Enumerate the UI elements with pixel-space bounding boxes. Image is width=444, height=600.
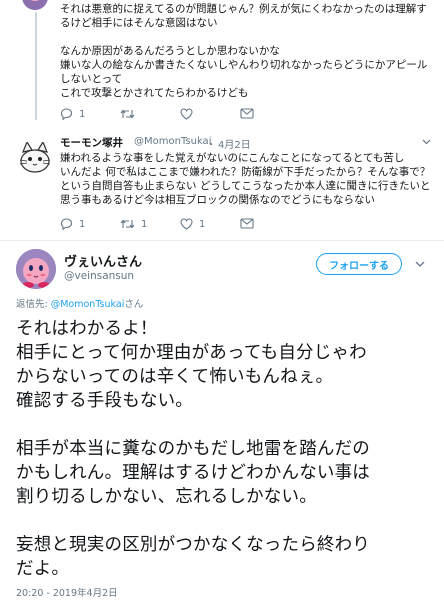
- chevron-down-icon[interactable]: [422, 139, 431, 145]
- reply-icon: [60, 108, 73, 120]
- reply-count: 1: [79, 218, 86, 230]
- momon-handle[interactable]: @MomonTsukai: [134, 136, 211, 147]
- reply-to-handle[interactable]: @MomonTsukai: [51, 299, 125, 310]
- prev-reply-line: なんか原因があるんだろうとしか思わないかな: [60, 45, 280, 57]
- tweet-line: それはわかるよ！: [16, 319, 158, 339]
- retweet-icon: [120, 219, 135, 229]
- prev-reply-line: それは悪意的に捉えてるのが問題じゃん？例えが気にくわなかったのは理解す: [60, 3, 427, 15]
- tweet-line: 妄想と現実の区別がつかなくなったら終わり: [16, 535, 370, 555]
- prev-reply-line: 嫌いな人の絵なんか書きたくないしやんわり切れなかったらどうにかアピール: [60, 59, 428, 71]
- prev-reply-line: これで攻撃とかされてたらわかるけども: [60, 87, 249, 99]
- reply-to: 返信先: @MomonTsukaiさん: [16, 296, 143, 310]
- momon-header: モーモン塚井 @MomonTsukai ・ 4月2日: [60, 135, 431, 151]
- momon-avatar[interactable]: [18, 140, 52, 174]
- thread-line: [35, 12, 37, 120]
- vein-name[interactable]: ヴぇいんさん: [64, 251, 142, 270]
- momon-actions: 1 1 1: [60, 218, 300, 234]
- prev-reply-line: しないとって: [60, 73, 123, 85]
- reply-count: 1: [79, 108, 86, 120]
- tweet-line: 相手が本当に糞なのかもだし地雷を踏んだの: [16, 439, 370, 459]
- tweet-line: かもしれん。理解はするけどわかんない事は: [16, 463, 370, 483]
- momon-date-sep: ・: [206, 140, 216, 151]
- reply-button[interactable]: 1: [60, 218, 85, 230]
- momon-line: 嫌われるような事をした覚えがないのにこんなことになってるとても苦し: [60, 152, 405, 164]
- tweet-line: 割り切るしかない、忘れるしかない。: [16, 487, 317, 507]
- mail-icon: [240, 108, 254, 119]
- retweet-button[interactable]: [120, 108, 135, 120]
- chevron-down-icon[interactable]: [415, 261, 425, 268]
- reply-icon: [60, 218, 73, 230]
- momon-line: という自問自答も止まらない どうしてこうなったか本人達に聞きに行きたいと: [60, 180, 431, 192]
- retweet-count: 1: [141, 218, 148, 230]
- momon-date[interactable]: 4月2日: [218, 136, 251, 151]
- heart-icon: [180, 218, 193, 230]
- like-button[interactable]: [180, 108, 193, 120]
- prev-reply-actions: 1: [60, 108, 300, 124]
- mail-icon: [240, 218, 254, 229]
- tweet-line: だよ。: [16, 559, 70, 579]
- momon-line: いんだよ 何で私はここまで嫌われた？防衛線が下手だったから？そんな事で？: [60, 166, 431, 178]
- tweet-line: 確認する手段もない。: [16, 391, 193, 411]
- heart-icon: [180, 108, 193, 120]
- reply-button[interactable]: 1: [60, 108, 85, 120]
- dm-button[interactable]: [240, 108, 254, 119]
- retweet-button[interactable]: 1: [120, 218, 147, 230]
- like-button[interactable]: 1: [180, 218, 205, 230]
- reply-to-suffix: さん: [124, 299, 144, 310]
- follow-button-label: フォローする: [329, 260, 389, 272]
- vein-avatar[interactable]: [16, 249, 56, 289]
- follow-button[interactable]: フォローする: [316, 253, 402, 275]
- tweet-line: 相手にとって何か理由があっても自分じゃわ: [16, 343, 367, 363]
- momon-line: 思う事もあるけど今は相互ブロックの関係なのでどうにもならない: [60, 194, 375, 206]
- divider: [0, 240, 444, 241]
- tweet-line: からないってのは辛くて怖いもんねぇ。: [16, 367, 334, 387]
- dm-button[interactable]: [240, 218, 254, 229]
- vein-handle[interactable]: @veinsansun: [64, 270, 134, 282]
- momon-name[interactable]: モーモン塚井: [60, 135, 123, 150]
- tweet-timestamp[interactable]: 20:20 - 2019年4月2日: [16, 585, 118, 599]
- prev-reply-line: るけど相手にはそんな意図はない: [60, 17, 218, 29]
- prev-reply-avatar[interactable]: [22, 0, 48, 10]
- reply-to-prefix: 返信先:: [16, 299, 51, 310]
- retweet-icon: [120, 109, 135, 119]
- like-count: 1: [199, 218, 206, 230]
